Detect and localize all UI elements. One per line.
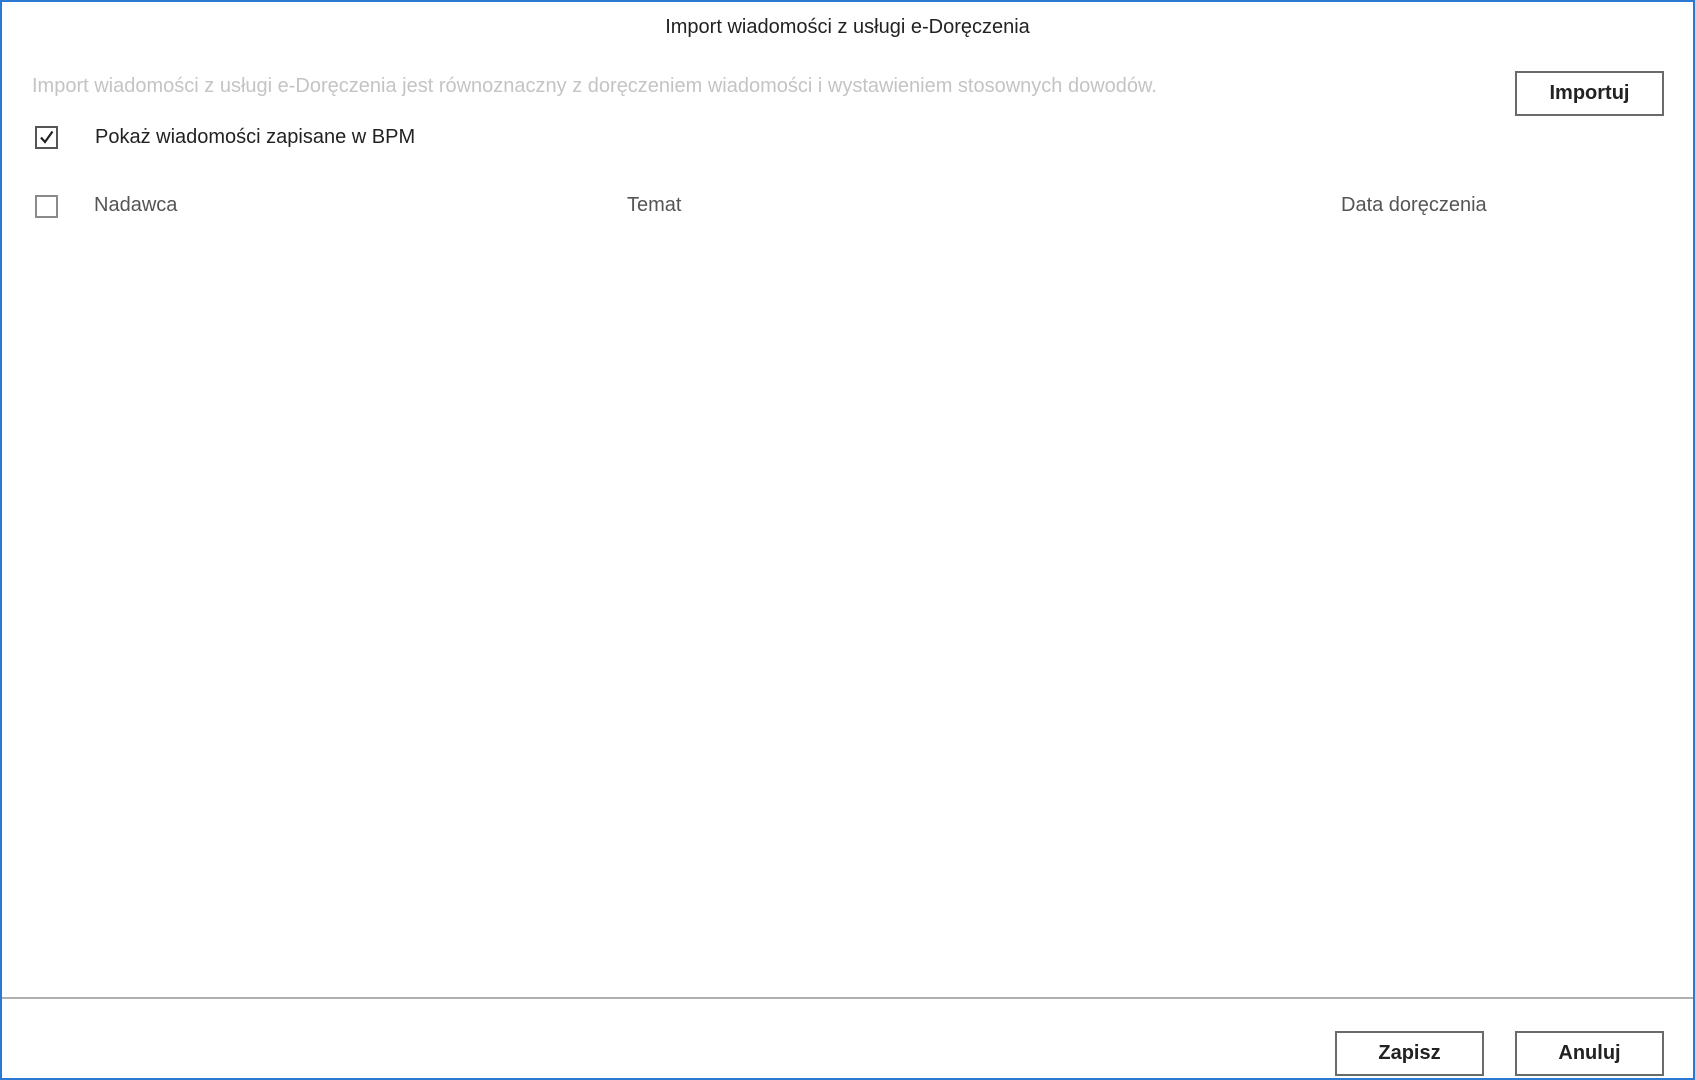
show-saved-label[interactable]: Pokaż wiadomości zapisane w BPM [95, 126, 415, 149]
select-all-checkbox[interactable] [35, 195, 58, 218]
import-dialog: Import wiadomości z usługi e-Doręczenia … [0, 0, 1695, 1080]
column-header-sender[interactable]: Nadawca [94, 194, 177, 217]
save-button[interactable]: Zapisz [1335, 1031, 1484, 1076]
footer-separator [2, 997, 1693, 999]
cancel-button[interactable]: Anuluj [1515, 1031, 1664, 1076]
show-saved-checkbox[interactable] [35, 126, 58, 149]
column-header-delivery-date[interactable]: Data doręczenia [1341, 194, 1487, 217]
dialog-title: Import wiadomości z usługi e-Doręczenia [665, 16, 1030, 38]
column-header-subject[interactable]: Temat [627, 194, 681, 217]
checkmark-icon [40, 130, 54, 144]
import-button[interactable]: Importuj [1515, 71, 1664, 116]
info-text: Import wiadomości z usługi e-Doręczenia … [32, 75, 1157, 97]
